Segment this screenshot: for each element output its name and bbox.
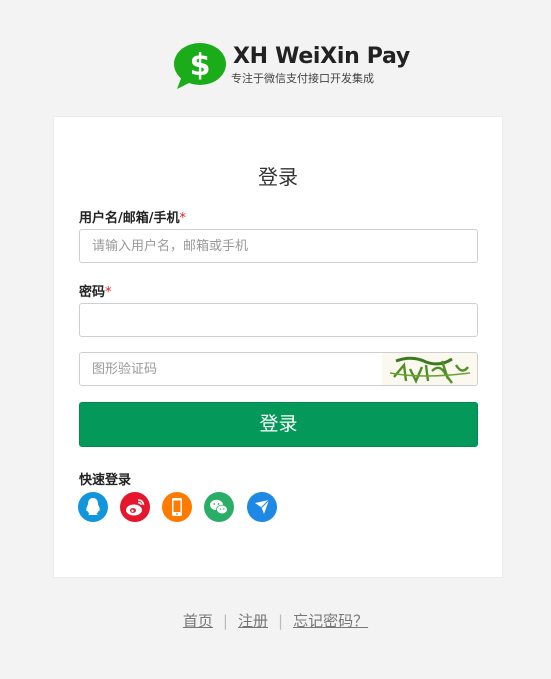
- captcha-image[interactable]: [382, 352, 478, 386]
- wechat-icon: [210, 499, 228, 515]
- required-mark: *: [179, 211, 187, 226]
- separator: |: [278, 612, 284, 630]
- password-label: 密码*: [79, 281, 112, 300]
- captcha-input[interactable]: [79, 352, 383, 386]
- footer-links: 首页 | 注册 | 忘记密码？: [0, 610, 551, 631]
- mobile-phone-icon: [172, 498, 182, 516]
- alipay-icon: [255, 499, 270, 514]
- wechat-login-button[interactable]: [204, 492, 234, 522]
- register-link[interactable]: 注册: [238, 612, 268, 630]
- login-button[interactable]: 登录: [79, 402, 478, 447]
- login-title: 登录: [258, 165, 298, 189]
- login-card: 登录 用户名/邮箱/手机* 密码* 登录 快速登录: [53, 116, 503, 578]
- password-input[interactable]: [79, 303, 478, 337]
- mobile-login-button[interactable]: [162, 492, 192, 522]
- weibo-icon: [126, 499, 145, 516]
- password-label-text: 密码: [79, 285, 106, 300]
- username-label-text: 用户名/邮箱/手机: [79, 211, 180, 226]
- qq-icon: [86, 498, 100, 515]
- forgot-password-link[interactable]: 忘记密码？: [293, 612, 368, 630]
- separator: |: [222, 612, 228, 630]
- svg-text:$: $: [190, 48, 211, 83]
- required-mark: *: [105, 285, 112, 300]
- username-label: 用户名/邮箱/手机*: [79, 207, 186, 226]
- weibo-login-button[interactable]: [120, 492, 150, 522]
- qq-login-button[interactable]: [78, 492, 108, 522]
- brand-subtitle: 专注于微信支付接口开发集成: [231, 72, 374, 85]
- username-input[interactable]: [79, 229, 478, 263]
- brand-header: $ XH WeiXin Pay 专注于微信支付接口开发集成: [173, 42, 433, 92]
- home-link[interactable]: 首页: [183, 612, 213, 630]
- quick-login-label: 快速登录: [79, 473, 132, 488]
- dollar-chat-icon: $: [173, 42, 227, 92]
- alipay-login-button[interactable]: [247, 492, 277, 522]
- brand-title: XH WeiXin Pay: [233, 44, 410, 69]
